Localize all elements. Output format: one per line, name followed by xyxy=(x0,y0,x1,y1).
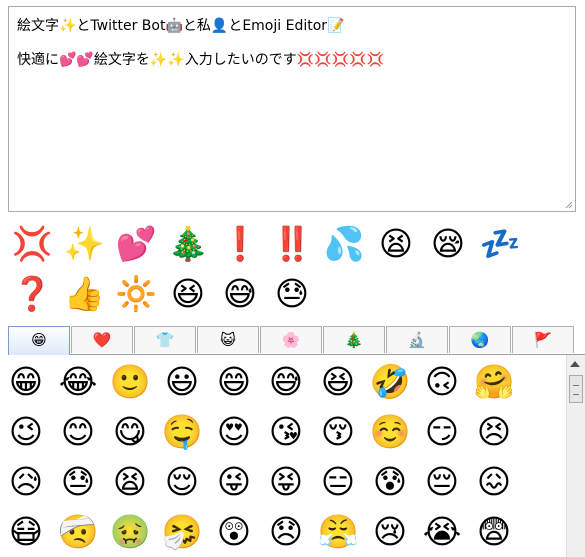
recent-emoji-button[interactable]: 🔆 xyxy=(110,274,162,314)
emoji-cell[interactable]: 😓 xyxy=(52,462,104,502)
recent-emoji-button[interactable]: 🎄 xyxy=(162,224,214,264)
recent-emoji-button[interactable]: 💦 xyxy=(318,224,370,264)
tab-hearts[interactable]: ❤️ xyxy=(71,326,133,353)
recent-emoji-button[interactable]: 😅 xyxy=(214,274,266,314)
emoji-cell[interactable]: 😚 xyxy=(312,412,364,452)
tab-clothing[interactable]: 👕 xyxy=(134,326,196,353)
emoji-cell[interactable]: 😰 xyxy=(364,462,416,502)
emoji-cell[interactable]: 😏 xyxy=(416,412,468,452)
emoji-cell[interactable]: 😄 xyxy=(208,362,260,402)
tab-animals[interactable]: 😺 xyxy=(197,326,259,353)
emoji-cell[interactable]: 🙃 xyxy=(416,362,468,402)
tab-smileys[interactable]: 😁 xyxy=(8,326,70,355)
emoji-cell[interactable]: 😢 xyxy=(364,512,416,552)
recent-emoji-button[interactable]: 😪 xyxy=(422,224,474,264)
grid-scrollbar[interactable] xyxy=(566,355,585,557)
recent-emoji-button[interactable]: ❓ xyxy=(6,274,58,314)
emoji-cell[interactable]: 🤣 xyxy=(364,362,416,402)
recent-emoji-button[interactable]: ❗ xyxy=(214,224,266,264)
emoji-cell[interactable]: 🤕 xyxy=(52,512,104,552)
scroll-up-arrow-icon[interactable] xyxy=(570,361,580,367)
emoji-cell[interactable]: 😫 xyxy=(104,462,156,502)
emoji-cell[interactable]: 🤗 xyxy=(468,362,520,402)
emoji-cell[interactable]: 😊 xyxy=(52,412,104,452)
tab-places[interactable]: 🌏 xyxy=(449,326,511,353)
emoji-cell[interactable]: 😥 xyxy=(0,462,52,502)
emoji-cell[interactable]: 😅 xyxy=(260,362,312,402)
category-tabs: 😁 ❤️ 👕 😺 🌸 🎄 🔬 🌏 🚩 xyxy=(8,326,585,355)
emoji-cell[interactable]: 😉 xyxy=(0,412,52,452)
emoji-cell[interactable]: 😜 xyxy=(208,462,260,502)
emoji-cell[interactable]: 🤢 xyxy=(104,512,156,552)
recent-emoji-button[interactable]: 👍 xyxy=(58,274,110,314)
emoji-cell[interactable]: 😲 xyxy=(208,512,260,552)
tab-events[interactable]: 🎄 xyxy=(323,326,385,353)
recent-emoji-button[interactable]: ✨ xyxy=(58,224,110,264)
recent-emoji-button[interactable]: 💕 xyxy=(110,224,162,264)
recent-emoji-button[interactable]: ‼️ xyxy=(266,224,318,264)
recent-emoji-button[interactable]: 😆 xyxy=(162,274,214,314)
emoji-cell[interactable]: 😘 xyxy=(260,412,312,452)
emoji-cell[interactable]: 🤧 xyxy=(156,512,208,552)
emoji-cell[interactable]: 🤤 xyxy=(156,412,208,452)
recent-emoji-button[interactable]: 😫 xyxy=(370,224,422,264)
editor-line-2: 快適に💕💕絵文字を✨✨入力したいのです💢💢💢💢💢 xyxy=(17,52,384,68)
tab-symbols[interactable]: 🚩 xyxy=(512,326,574,353)
emoji-cell[interactable]: 😔 xyxy=(416,462,468,502)
emoji-cell[interactable]: 😣 xyxy=(468,412,520,452)
emoji-cell[interactable]: 😌 xyxy=(156,462,208,502)
emoji-cell[interactable]: 😭 xyxy=(416,512,468,552)
emoji-cell[interactable]: 😂 xyxy=(52,362,104,402)
emoji-cell[interactable]: 😁 xyxy=(0,362,52,402)
scroll-thumb[interactable] xyxy=(569,375,583,403)
emoji-cell[interactable]: 😨 xyxy=(468,512,520,552)
tab-objects[interactable]: 🔬 xyxy=(386,326,448,353)
emoji-cell[interactable]: 😷 xyxy=(0,512,52,552)
emoji-cell[interactable]: 🙂 xyxy=(104,362,156,402)
recent-emoji-button[interactable]: 💢 xyxy=(6,224,58,264)
emoji-cell[interactable]: 😆 xyxy=(312,362,364,402)
emoji-cell[interactable]: ☺️ xyxy=(364,412,416,452)
emoji-cell[interactable]: 😃 xyxy=(156,362,208,402)
emoji-cell[interactable]: 😞 xyxy=(260,512,312,552)
emoji-cell[interactable]: 😋 xyxy=(104,412,156,452)
emoji-cell[interactable]: 😖 xyxy=(468,462,520,502)
emoji-text-editor[interactable]: 絵文字✨とTwitter Bot🤖と私👤とEmoji Editor📝 快適に💕💕… xyxy=(8,6,576,212)
editor-line-1: 絵文字✨とTwitter Bot🤖と私👤とEmoji Editor📝 xyxy=(17,18,345,34)
emoji-cell[interactable]: 😤 xyxy=(312,512,364,552)
emoji-grid: 😁 😂 🙂 😃 😄 😅 😆 🤣 🙃 🤗 😉 😊 😋 🤤 😍 😘 😚 ☺️ 😏 😣 😥 😓 😫 😌 😜 😝 😑 😰 😔 😖 😷 🤕 🤢 🤧 😲 😞 😤 😢 😭… xyxy=(0,360,566,557)
emoji-cell[interactable]: 😑 xyxy=(312,462,364,502)
recent-emoji-button[interactable]: 😓 xyxy=(266,274,318,314)
emoji-cell[interactable]: 😝 xyxy=(260,462,312,502)
resize-grip-icon[interactable] xyxy=(563,199,573,209)
tab-nature[interactable]: 🌸 xyxy=(260,326,322,353)
emoji-cell[interactable]: 😍 xyxy=(208,412,260,452)
recent-emoji-button[interactable]: 💤 xyxy=(474,224,526,264)
